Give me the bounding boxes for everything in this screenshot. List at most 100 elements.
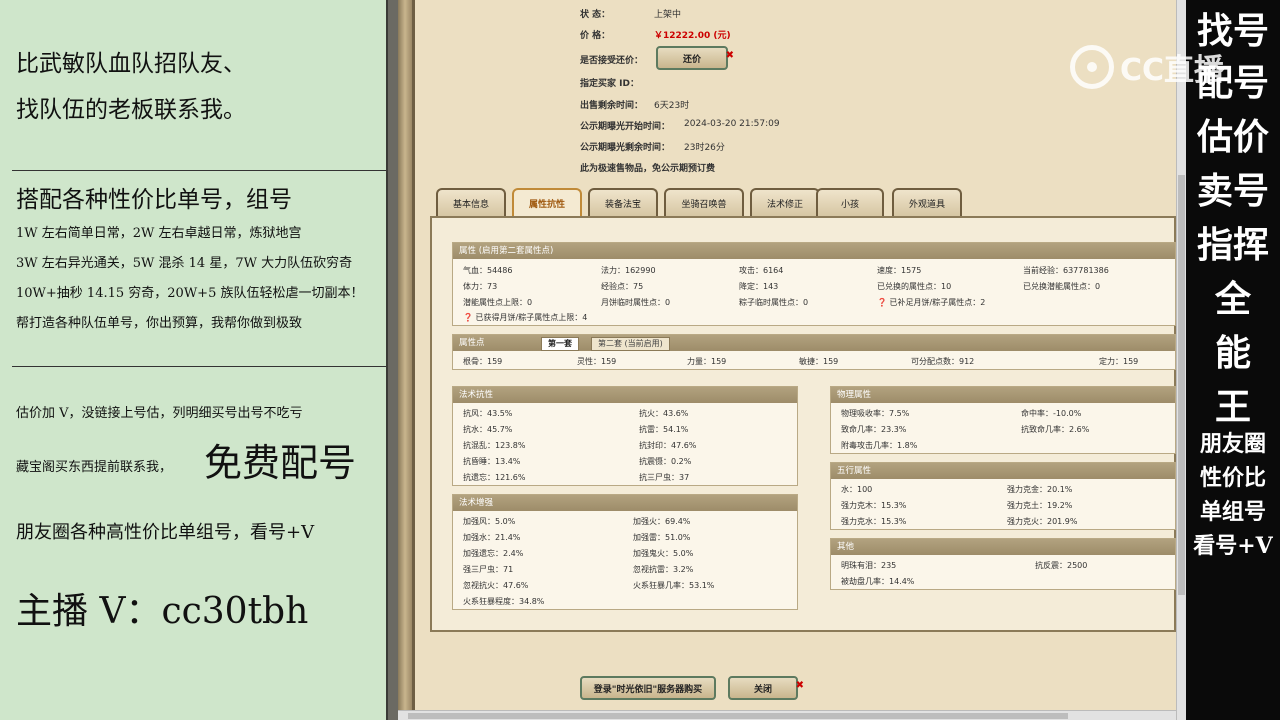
- physical-box-title: 物理属性: [831, 387, 1175, 403]
- tab-label: 小孩: [840, 199, 859, 210]
- attr-cell: 法力：162990: [601, 266, 656, 275]
- promo-line-1: 比武敏队血队招队友、: [16, 51, 246, 77]
- scrollbar-thumb[interactable]: [1178, 175, 1185, 595]
- boost-cell: 火系狂暴程度：34.8%: [463, 597, 545, 606]
- attr-cell: 降定：143: [739, 282, 779, 291]
- tab-children[interactable]: 小孩: [816, 188, 884, 216]
- points-cell: 力量：159: [687, 357, 727, 366]
- right-banner: 找号 配号 估价 卖号 指挥 全 能 王 朋友圈 性价比 单组号 看号+V: [1186, 0, 1280, 720]
- attributes-box: 属性 (启用第二套属性点) 气血：54486 法力：162990 攻击：6164…: [452, 242, 1176, 326]
- banner-line: 指挥: [1196, 224, 1269, 266]
- element-cell: 水：100: [841, 485, 873, 494]
- tab-basic-info[interactable]: 基本信息: [436, 188, 506, 216]
- resist-cell: 抗水：45.7%: [463, 425, 513, 434]
- attr-cell: 速度：1575: [877, 266, 922, 275]
- boost-cell: 加强雷：51.0%: [633, 533, 691, 542]
- banner-line: 能: [1214, 332, 1251, 374]
- banner-small-line: 单组号: [1199, 499, 1266, 525]
- promo-line-2: 找队伍的老板联系我。: [16, 97, 246, 123]
- resist-box: 法术抗性 抗风：43.5% 抗火：43.6% 抗水：45.7% 抗雷：54.1%…: [452, 386, 798, 486]
- attr-cell-text: 已补足月饼/粽子属性点：2: [889, 298, 986, 307]
- panel-divider: [386, 0, 398, 720]
- window-frame-edge: [412, 0, 415, 720]
- tab-mounts-pets[interactable]: 坐骑召唤兽: [664, 188, 744, 216]
- boost-cell: 加强火：69.4%: [633, 517, 691, 526]
- attr-cell: 体力：73: [463, 282, 498, 291]
- points-cell: 根骨：159: [463, 357, 503, 366]
- login-purchase-label: 登录"时光依旧"服务器购买: [593, 684, 703, 695]
- attributes-box-title: 属性 (启用第二套属性点): [453, 243, 1175, 259]
- promo-free: 免费配号: [204, 441, 357, 485]
- bargain-button[interactable]: 还价 ✖: [656, 46, 734, 70]
- promo-item: 3W 左右异光通关，5W 混杀 14 星，7W 大力队伍砍穷奇: [16, 256, 353, 271]
- price-label: 价 格：: [580, 31, 611, 41]
- points-cell: 可分配点数：912: [911, 357, 975, 366]
- promo-item: 10W+抽秒 14.15 穷奇，20W+5 族队伍轻松虐一切副本！: [16, 286, 364, 301]
- physical-cell: 物理吸收率：7.5%: [841, 409, 910, 418]
- banner-small-line: 看号+V: [1193, 533, 1273, 559]
- other-box: 其他 明珠有泪：235 抗反震：2500 被劫盘几率：14.4%: [830, 538, 1176, 590]
- attr-cell: 攻击：6164: [739, 266, 784, 275]
- other-cell: 抗反震：2500: [1035, 561, 1088, 570]
- physical-cell: 致命几率：23.3%: [841, 425, 907, 434]
- cc-logo-icon: [1070, 45, 1114, 89]
- help-icon[interactable]: ❓: [877, 298, 887, 307]
- banner-line: 卖号: [1196, 170, 1269, 212]
- subtab-first-set[interactable]: 第一套: [541, 337, 579, 351]
- tab-label: 基本信息: [452, 199, 489, 210]
- login-purchase-button[interactable]: 登录"时光依旧"服务器购买: [580, 676, 716, 700]
- scrollbar-thumb[interactable]: [408, 713, 1068, 719]
- tab-equipment[interactable]: 装备法宝: [588, 188, 658, 216]
- element-cell: 强力克土：19.2%: [1007, 501, 1073, 510]
- bargain-button-label: 还价: [682, 54, 701, 65]
- note-text: 此为极速售物品，免公示期预订费: [580, 164, 716, 174]
- public-start-value: 2024-03-20 21:57:09: [684, 119, 780, 129]
- element-cell: 强力克金：20.1%: [1007, 485, 1073, 494]
- buyer-label: 指定买家 ID：: [580, 79, 639, 89]
- promo-item: 帮打造各种队伍单号，你出预算，我帮你做到极致: [16, 316, 303, 331]
- subtab-second-set[interactable]: 第二套 (当前启用): [591, 337, 670, 351]
- points-cell: 灵性：159: [577, 357, 617, 366]
- cc-live-logo: CC直播: [1070, 42, 1250, 92]
- attr-cell: 月饼临时属性点：0: [601, 298, 671, 307]
- tab-appearance[interactable]: 外观道具: [892, 188, 962, 216]
- points-cell: 敏捷：159: [799, 357, 839, 366]
- promo-moments: 朋友圈各种高性价比单组号，看号+V: [16, 522, 315, 543]
- resist-cell: 抗雷：54.1%: [639, 425, 689, 434]
- tab-spell-mods[interactable]: 法术修正: [750, 188, 820, 216]
- points-box: 属性点 第一套 第二套 (当前启用) 根骨：159 灵性：159 力量：159 …: [452, 334, 1176, 370]
- attr-footnote-text: 已获得月饼/粽子属性点上限：4: [475, 313, 588, 322]
- attr-cell: 已兑换的属性点：10: [877, 282, 952, 291]
- element-cell: 强力克木：15.3%: [841, 501, 907, 510]
- attr-cell: 已兑换潜能属性点：0: [1023, 282, 1101, 291]
- other-cell: 明珠有泪：235: [841, 561, 897, 570]
- resist-cell: 抗三尸虫：37: [639, 473, 690, 482]
- public-remain-value: 23时26分: [684, 143, 725, 153]
- resist-cell: 抗风：43.5%: [463, 409, 513, 418]
- promo-treasure: 藏宝阁买东西提前联系我，: [16, 460, 173, 475]
- vertical-scrollbar[interactable]: [1176, 0, 1186, 720]
- remain-value: 6天23时: [654, 101, 690, 111]
- game-window: 状 态： 上架中 价 格： ￥12222.00 (元) 是否接受还价： 还价 ✖…: [398, 0, 1176, 720]
- bargain-label: 是否接受还价：: [580, 56, 644, 66]
- banner-line: 全: [1214, 278, 1251, 320]
- tab-attributes[interactable]: 属性抗性: [512, 188, 582, 216]
- physical-cell: 抗致命几率：2.6%: [1021, 425, 1090, 434]
- promo-streamer: 主播 V：cc30tbh: [16, 591, 309, 632]
- boost-box-title: 法术增强: [453, 495, 797, 511]
- help-icon[interactable]: ❓: [463, 313, 473, 322]
- horizontal-scrollbar[interactable]: [398, 710, 1176, 720]
- banner-small-line: 朋友圈: [1199, 431, 1266, 457]
- close-button[interactable]: 关闭 ✖: [728, 676, 804, 700]
- attr-cell: 经验点：75: [601, 282, 644, 291]
- divider-line: [12, 170, 386, 171]
- close-icon: ✖: [725, 50, 734, 61]
- resist-box-title: 法术抗性: [453, 387, 797, 403]
- attr-cell: ❓ 已补足月饼/粽子属性点：2: [877, 297, 985, 308]
- other-cell: 被劫盘几率：14.4%: [841, 577, 915, 586]
- public-remain-label: 公示期曝光剩余时间：: [580, 143, 671, 153]
- attributes-panel: 属性 (启用第二套属性点) 气血：54486 法力：162990 攻击：6164…: [430, 216, 1176, 632]
- attr-cell: 潜能属性点上限：0: [463, 298, 533, 307]
- boost-cell: 火系狂暴几率：53.1%: [633, 581, 715, 590]
- tab-label: 装备法宝: [604, 199, 641, 210]
